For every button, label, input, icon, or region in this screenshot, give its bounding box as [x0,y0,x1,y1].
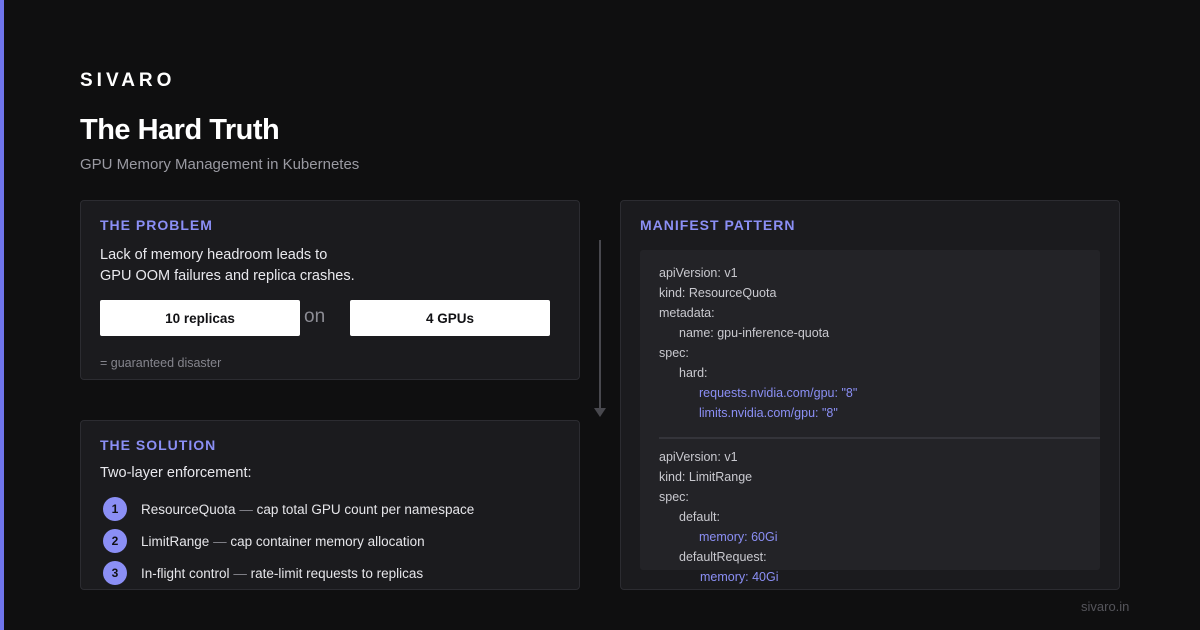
replicas-pill: 10 replicas [100,300,300,336]
code-line: apiVersion: v1 [659,266,738,280]
step-number-badge: 2 [103,529,127,553]
code-line: memory: 60Gi [699,530,778,544]
solution-lead: Two-layer enforcement: [100,465,252,481]
problem-line-2: GPU OOM failures and replica crashes. [100,268,355,284]
brand-logo: SIVARO [80,70,176,91]
step-name: In-flight control [141,565,230,581]
step-number-badge: 3 [103,561,127,585]
code-line: apiVersion: v1 [659,450,738,464]
code-block: apiVersion: v1 kind: ResourceQuota metad… [640,250,1100,570]
solution-card: THE SOLUTION Two-layer enforcement: 1 Re… [80,420,580,590]
problem-line-1: Lack of memory headroom leads to [100,247,328,263]
on-connector-word: on [304,306,326,327]
page-title: The Hard Truth [80,114,280,146]
footer-domain: sivaro.in [1081,599,1130,614]
code-line: defaultRequest: [679,550,767,564]
manifest-heading: MANIFEST PATTERN [640,217,796,233]
step-text: In-flight control — rate-limit requests … [141,566,423,581]
code-line: metadata: [659,306,715,320]
code-line: memory: 40Gi [700,570,779,584]
code-line: spec: [659,490,689,504]
step-description: rate-limit requests to replicas [250,565,424,581]
step-text: ResourceQuota — cap total GPU count per … [141,502,474,517]
step-separator: — [239,501,253,517]
problem-heading: THE PROBLEM [100,217,213,233]
code-line: hard: [679,366,708,380]
connector-line [599,240,601,410]
arrow-down-icon [594,408,606,417]
step-name: LimitRange [141,533,210,549]
step-name: ResourceQuota [141,501,236,517]
page-subtitle: GPU Memory Management in Kubernetes [80,156,360,173]
code-line: spec: [659,346,689,360]
accent-bar [0,0,4,630]
manifest-card: MANIFEST PATTERN apiVersion: v1 kind: Re… [620,200,1120,590]
step-description: cap container memory allocation [230,533,425,549]
step-separator: — [213,533,227,549]
problem-footnote: = guaranteed disaster [100,356,222,370]
problem-card: THE PROBLEM Lack of memory headroom lead… [80,200,580,380]
code-line: kind: ResourceQuota [659,286,777,300]
problem-description: Lack of memory headroom leads to GPU OOM… [100,245,355,287]
code-line: requests.nvidia.com/gpu: "8" [699,386,858,400]
step-description: cap total GPU count per namespace [256,501,475,517]
step-separator: — [233,565,247,581]
solution-heading: THE SOLUTION [100,437,217,453]
code-line: default: [679,510,721,524]
step-text: LimitRange — cap container memory alloca… [141,534,425,549]
code-divider [659,437,1100,439]
solution-step-2: 2 LimitRange — cap container memory allo… [103,529,425,553]
gpus-pill: 4 GPUs [350,300,550,336]
solution-step-1: 1 ResourceQuota — cap total GPU count pe… [103,497,474,521]
code-line: name: gpu-inference-quota [679,326,830,340]
code-line: kind: LimitRange [659,470,753,484]
code-line: limits.nvidia.com/gpu: "8" [699,406,838,420]
solution-step-3: 3 In-flight control — rate-limit request… [103,561,423,585]
step-number-badge: 1 [103,497,127,521]
